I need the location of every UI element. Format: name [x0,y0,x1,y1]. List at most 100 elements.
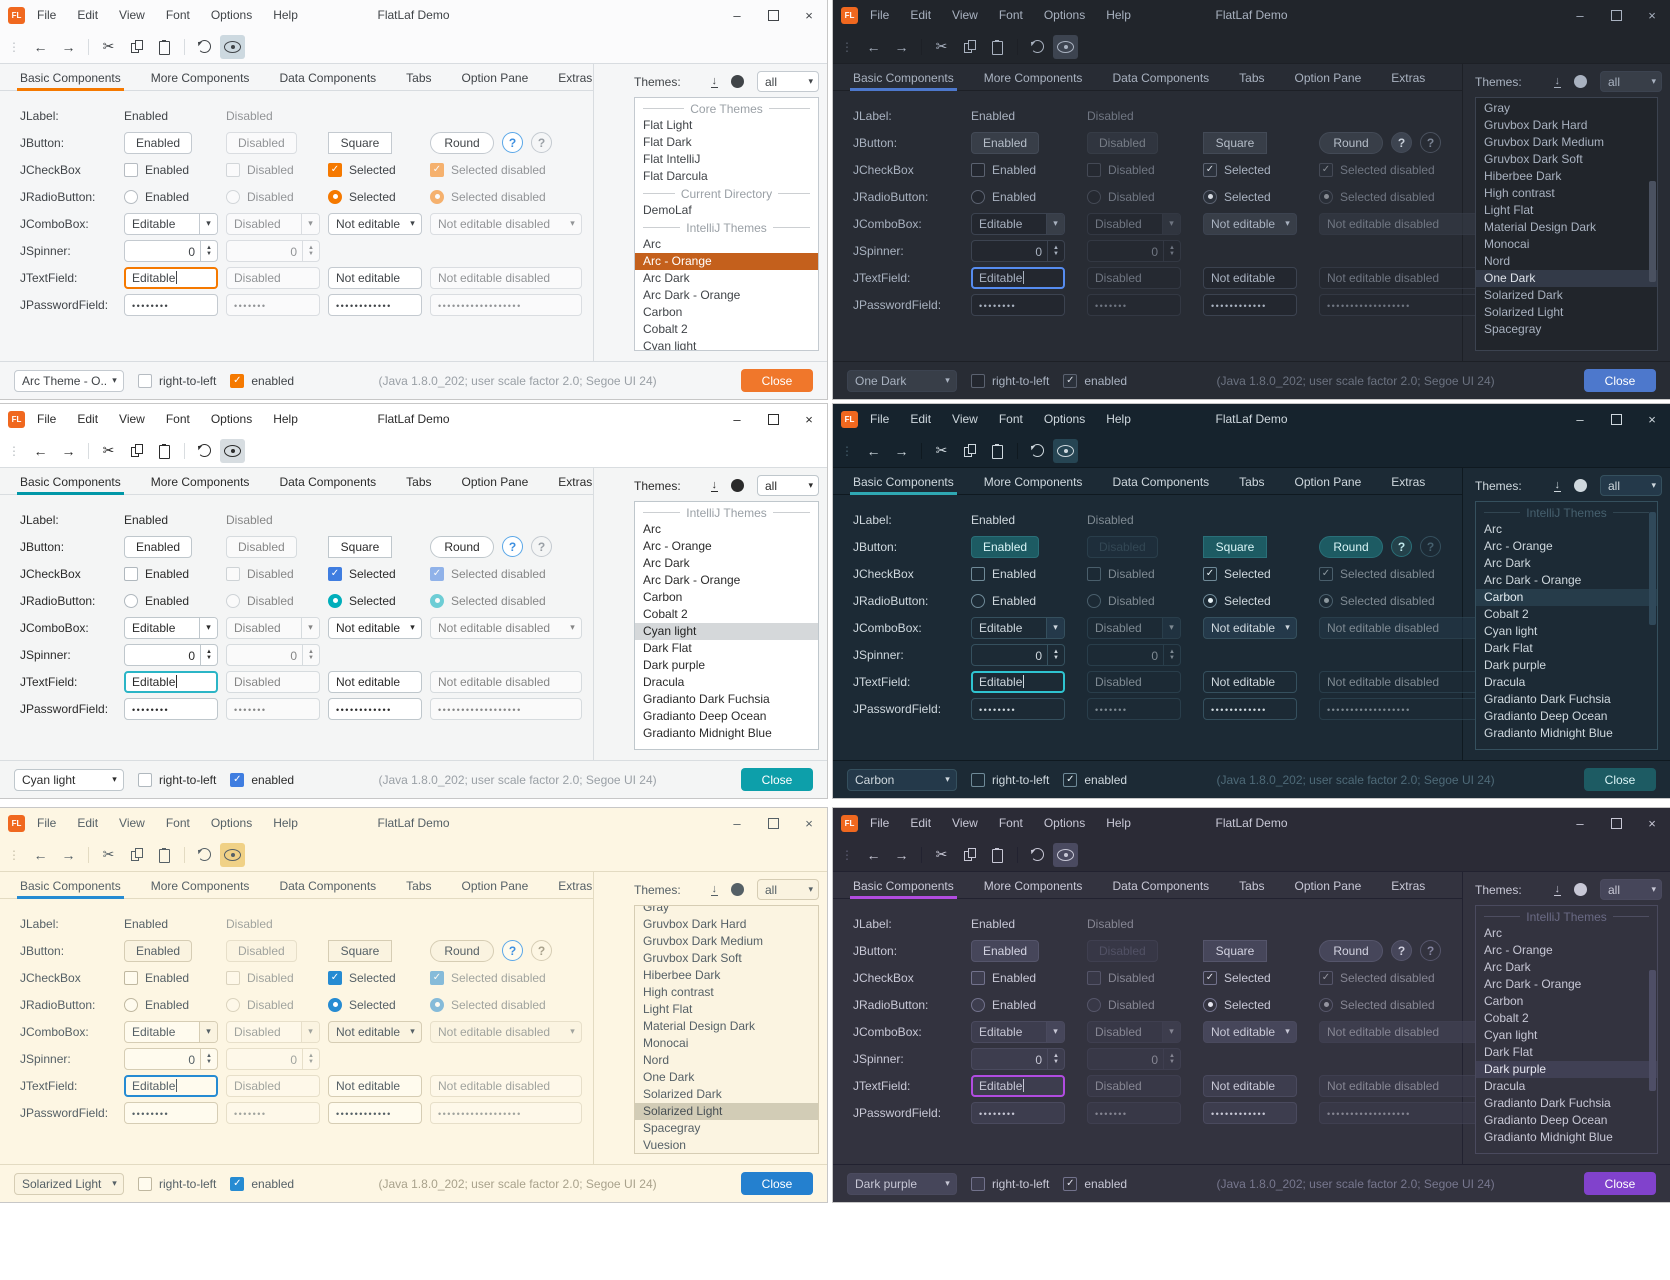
menu-view[interactable]: View [119,816,145,830]
menu-help[interactable]: Help [1106,412,1131,426]
enabled-checkbox[interactable]: ✓ enabled [230,1177,294,1191]
radio-selected[interactable]: Selected [328,998,430,1012]
help-button[interactable]: ? [502,940,523,961]
textfield-not-editable[interactable]: Not editable [328,267,422,289]
cut-button[interactable]: ✂ [96,843,121,867]
menu-font[interactable]: Font [166,8,190,22]
combobox-editable[interactable]: Editable ▾ [124,617,218,639]
theme-list-item[interactable]: Carbon [1476,589,1657,606]
minimize-button[interactable]: – [719,404,755,434]
theme-list-item[interactable]: Solarized Dark [1476,287,1657,304]
theme-list-item[interactable]: Dark Flat [1476,640,1657,657]
theme-list-item[interactable]: Vuesion [635,1137,818,1154]
theme-list-item[interactable]: Hiberbee Dark [1476,168,1657,185]
theme-list-item[interactable]: Carbon [1476,993,1657,1010]
download-icon[interactable]: ↓ [1554,480,1562,492]
tab-extras[interactable]: Extras [1391,879,1425,898]
passwordfield-not-editable[interactable]: •••••••••••• [1203,1102,1297,1124]
forward-button[interactable]: → [889,439,914,463]
spinner-enabled[interactable]: 0 ▲▼ [971,644,1065,666]
theme-list-item[interactable]: One Dark [1476,270,1657,287]
copy-button[interactable] [957,843,982,867]
round-button[interactable]: Round [1319,536,1383,558]
tab-option-pane[interactable]: Option Pane [1295,879,1362,898]
tab-basic-components[interactable]: Basic Components [853,71,954,90]
tab-extras[interactable]: Extras [558,475,592,494]
tab-extras[interactable]: Extras [558,879,592,898]
close-window-button[interactable]: × [1634,808,1670,838]
round-button[interactable]: Round [430,132,494,154]
tab-data-components[interactable]: Data Components [1112,475,1209,494]
toolbar-grip-icon[interactable]: ⋮ [841,40,853,54]
copy-button[interactable] [957,439,982,463]
themes-list[interactable]: IntelliJ ThemesArcArc - OrangeArc DarkAr… [1475,501,1658,750]
help-button-secondary[interactable]: ? [1420,132,1441,153]
toolbar-grip-icon[interactable]: ⋮ [841,848,853,862]
textfield-not-editable[interactable]: Not editable [328,1075,422,1097]
radio-selected[interactable]: Selected [1203,190,1319,204]
tab-data-components[interactable]: Data Components [1112,71,1209,90]
minimize-button[interactable]: – [1562,404,1598,434]
theme-list-item[interactable]: Gradianto Deep Ocean [1476,1112,1657,1129]
maximize-button[interactable] [755,0,791,30]
scrollbar-thumb[interactable] [1649,512,1656,626]
theme-list-item[interactable]: Gradianto Dark Fuchsia [1476,691,1657,708]
theme-list-item[interactable]: Flat IntelliJ [635,151,818,168]
theme-list-item[interactable]: Arc - Orange [1476,942,1657,959]
menu-edit[interactable]: Edit [910,816,931,830]
theme-list-item[interactable]: Dark Flat [635,640,818,657]
theme-list-item[interactable]: Gradianto Dark Fuchsia [1476,1095,1657,1112]
cut-button[interactable]: ✂ [929,35,954,59]
square-button[interactable]: Square [328,940,392,962]
tab-more-components[interactable]: More Components [151,475,250,494]
tab-tabs[interactable]: Tabs [406,71,431,90]
refresh-button[interactable] [192,843,217,867]
combobox-not-editable[interactable]: Not editable ▾ [1203,213,1297,235]
combobox-editable[interactable]: Editable ▾ [971,1021,1065,1043]
tab-extras[interactable]: Extras [558,71,592,90]
right-to-left-checkbox[interactable]: ✓ right-to-left [138,1177,216,1191]
spinner-arrows-icon[interactable]: ▲▼ [1047,241,1064,261]
close-window-button[interactable]: × [791,808,827,838]
tab-basic-components[interactable]: Basic Components [20,879,121,898]
tab-data-components[interactable]: Data Components [1112,879,1209,898]
combobox-not-editable[interactable]: Not editable ▾ [1203,1021,1297,1043]
maximize-button[interactable] [1598,0,1634,30]
forward-button[interactable]: → [56,843,81,867]
combobox-not-editable[interactable]: Not editable ▾ [328,1021,422,1043]
tab-basic-components[interactable]: Basic Components [20,71,121,90]
close-button[interactable]: Close [1584,369,1656,392]
copy-button[interactable] [957,35,982,59]
copy-button[interactable] [124,843,149,867]
theme-list-item[interactable]: One Dark [635,1069,818,1086]
menu-file[interactable]: File [37,412,56,426]
tab-more-components[interactable]: More Components [984,879,1083,898]
tab-more-components[interactable]: More Components [151,71,250,90]
menu-font[interactable]: Font [999,8,1023,22]
refresh-button[interactable] [1025,439,1050,463]
theme-list-item[interactable]: Flat Light [635,117,818,134]
theme-list-item[interactable]: Gradianto Deep Ocean [1476,708,1657,725]
theme-list-item[interactable]: Gruvbox Dark Medium [635,933,818,950]
radio-selected[interactable]: Selected [1203,998,1319,1012]
theme-list-item[interactable]: Hiberbee Dark [635,967,818,984]
passwordfield-enabled[interactable]: •••••••• [124,698,218,720]
theme-list-item[interactable]: Cobalt 2 [1476,606,1657,623]
menu-options[interactable]: Options [211,8,252,22]
theme-list-item[interactable]: Arc Dark [635,555,818,572]
theme-list-item[interactable]: Gradianto Midnight Blue [635,725,818,742]
passwordfield-enabled[interactable]: •••••••• [971,698,1065,720]
tab-option-pane[interactable]: Option Pane [462,879,529,898]
tab-more-components[interactable]: More Components [984,475,1083,494]
square-button[interactable]: Square [328,536,392,558]
refresh-button[interactable] [192,35,217,59]
radio-enabled[interactable]: Enabled [124,190,226,204]
toolbar-grip-icon[interactable]: ⋮ [8,40,20,54]
theme-list-item[interactable]: Arc Dark - Orange [1476,572,1657,589]
theme-list-item[interactable]: Material Design Dark [1476,219,1657,236]
checkbox-selected[interactable]: ✓ Selected [1203,567,1319,581]
menu-file[interactable]: File [870,412,889,426]
maximize-button[interactable] [1598,404,1634,434]
theme-list-item[interactable]: Flat Darcula [635,168,818,185]
tab-option-pane[interactable]: Option Pane [462,475,529,494]
